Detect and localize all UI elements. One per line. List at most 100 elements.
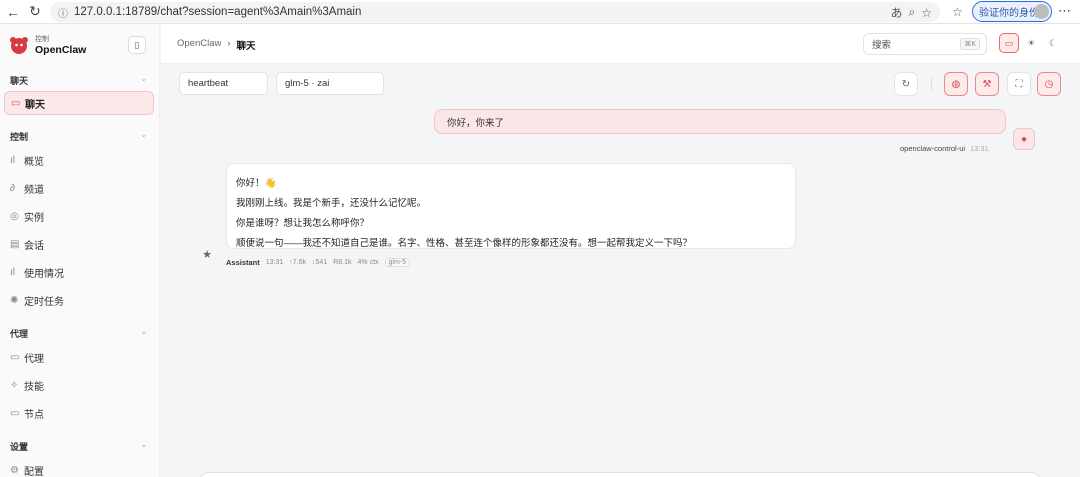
monitor-icon[interactable]: ▭ (999, 33, 1019, 53)
sidebar-item-overview[interactable]: ıl 概览 (4, 148, 154, 172)
breadcrumb-root[interactable]: OpenClaw (177, 38, 221, 52)
brand-subtitle: 控制 (35, 36, 49, 43)
sidebar-item-label: 聊天 (25, 99, 45, 111)
thinking-toggle-button[interactable]: ◍ (944, 72, 968, 96)
profile-button[interactable]: 验证你的身份 (972, 1, 1052, 22)
sidebar-item-chat[interactable]: ▭ 聊天 (4, 91, 154, 115)
sidebar-item-label: 频道 (24, 184, 44, 196)
assistant-message-meta: Assistant 13:31 ↑7.6k ↓541 R8.1k 4% ctx … (226, 258, 411, 267)
sidebar-collapse-button[interactable]: ▯ (128, 36, 146, 54)
clock-icon: ◷ (1044, 78, 1054, 90)
section-settings[interactable]: 设置 (10, 440, 28, 453)
person-icon: ● (1020, 133, 1028, 145)
avatar (1034, 4, 1049, 19)
bar-chart-icon: ıl (10, 266, 15, 278)
breadcrumb-current: 聊天 (236, 41, 256, 52)
sidebar-item-label: 代理 (24, 353, 44, 365)
sidebar-item-label: 使用情况 (24, 268, 64, 280)
folder-icon: ▭ (10, 351, 20, 363)
sidebar-item-usage[interactable]: ıl 使用情况 (4, 260, 154, 284)
brand: 控制 OpenClaw (8, 34, 86, 56)
reload-icon[interactable]: ↻ (24, 1, 46, 23)
assistant-line: 顺便说一句——我还不知道自己是谁。名字、性格、甚至连个像样的形象都还没有。想一起… (236, 238, 693, 249)
sidebar-item-skills[interactable]: ✧ 技能 (4, 373, 154, 397)
assistant-name: Assistant (226, 258, 260, 267)
user-time: 13:31 (970, 144, 989, 153)
context-usage: 4% ctx (357, 259, 379, 266)
sidebar: 控制 OpenClaw ▯ 聊天 ⌄ ▭ 聊天 控制 ⌄ ıl 概览 ∂ 频道 … (0, 24, 160, 477)
sidebar-item-label: 技能 (24, 381, 44, 393)
composer[interactable] (200, 472, 1040, 477)
sidebar-item-cron[interactable]: ✺ 定时任务 (4, 288, 154, 312)
tools-toggle-button[interactable]: ⚒ (975, 72, 999, 96)
sidebar-item-config[interactable]: ⚙ 配置 (4, 458, 154, 477)
section-control[interactable]: 控制 (10, 130, 28, 143)
section-agents[interactable]: 代理 (10, 327, 28, 340)
assistant-star-icon: ★ (202, 248, 212, 261)
topbar: OpenClaw › 聊天 搜索 ⌘K ▭ ☀ ☾ (161, 24, 1080, 64)
sidebar-item-agents[interactable]: ▭ 代理 (4, 345, 154, 369)
model-tag: glm-5 (384, 258, 411, 267)
theme-switcher: ▭ ☀ ☾ (999, 33, 1063, 53)
sidebar-item-label: 实例 (24, 212, 44, 224)
cache-read: R8.1k (333, 259, 352, 266)
monitor-icon: ▭ (10, 407, 20, 419)
sidebar-item-label: 定时任务 (24, 296, 64, 308)
breadcrumb: OpenClaw › 聊天 (177, 38, 256, 52)
user-avatar: ● (1013, 128, 1035, 150)
sidebar-item-label: 节点 (24, 409, 44, 421)
assistant-line: 你是谁呀？想让我怎么称呼你？ (236, 218, 370, 229)
back-arrow-icon[interactable]: ← (2, 1, 24, 23)
focus-icon: ⛶ (1015, 78, 1023, 90)
chevron-down-icon[interactable]: ⌄ (140, 73, 148, 84)
chevron-down-icon[interactable]: ⌄ (140, 326, 148, 337)
info-icon[interactable]: ⓘ (58, 5, 68, 20)
user-message-meta: openclaw-control-ui 13:31 (900, 144, 989, 153)
search-placeholder: 搜索 (872, 40, 892, 51)
favorites-icon[interactable]: ☆ (952, 5, 963, 19)
user-message-text: 你好，你来了 (447, 117, 505, 129)
star-icon[interactable]: ☆ (921, 6, 932, 20)
sparkle-icon: ✧ (10, 379, 19, 391)
assistant-line: 我刚刚上线。我是个新手，还没什么记忆呢。 (236, 198, 427, 209)
divider (931, 77, 932, 91)
address-bar[interactable]: ⓘ 127.0.0.1:18789/chat?session=agent%3Am… (50, 2, 940, 22)
url-text[interactable]: 127.0.0.1:18789/chat?session=agent%3Amai… (74, 6, 361, 18)
spinner-icon: ✺ (10, 294, 19, 306)
openclaw-logo-icon (10, 37, 28, 54)
user-message: 你好，你来了 (434, 109, 1006, 134)
sidebar-item-instances[interactable]: ◎ 实例 (4, 204, 154, 228)
panel-icon: ▯ (134, 39, 140, 50)
chevron-down-icon[interactable]: ⌄ (140, 129, 148, 140)
brand-name: OpenClaw (35, 44, 87, 56)
wrench-icon: ⚒ (982, 78, 992, 90)
assistant-message: 你好！👋 我刚刚上线。我是个新手，还没什么记忆呢。 你是谁呀？想让我怎么称呼你？… (226, 163, 796, 249)
refresh-button[interactable]: ↻ (894, 72, 918, 96)
chat-icon: ▭ (11, 97, 21, 109)
more-icon[interactable]: ⋯ (1058, 3, 1071, 19)
session-select[interactable]: heartbeat (179, 72, 268, 95)
sidebar-item-nodes[interactable]: ▭ 节点 (4, 401, 154, 425)
chevron-right-icon: › (227, 38, 231, 49)
translate-icon[interactable]: あ (890, 4, 902, 21)
profile-label: 验证你的身份 (979, 8, 1039, 19)
zoom-icon[interactable]: ⌕ (909, 5, 916, 20)
section-chat[interactable]: 聊天 (10, 74, 28, 87)
link-icon: ∂ (10, 182, 15, 194)
brain-icon: ◍ (951, 78, 961, 90)
model-select[interactable]: glm-5 · zai (276, 72, 384, 95)
tokens-in: ↑7.6k (289, 259, 307, 266)
sidebar-item-channels[interactable]: ∂ 频道 (4, 176, 154, 200)
sidebar-item-label: 会话 (24, 240, 44, 252)
gear-icon: ⚙ (10, 464, 19, 476)
user-name: openclaw-control-ui (900, 144, 966, 153)
assistant-line: 你好！👋 (236, 178, 277, 189)
broadcast-icon: ◎ (10, 210, 19, 222)
search-input[interactable]: 搜索 ⌘K (863, 33, 987, 55)
chevron-down-icon[interactable]: ⌄ (140, 439, 148, 450)
sidebar-item-sessions[interactable]: ▤ 会话 (4, 232, 154, 256)
sun-icon[interactable]: ☀ (1021, 33, 1041, 53)
moon-icon[interactable]: ☾ (1043, 33, 1063, 53)
focus-mode-button[interactable]: ⛶ (1007, 72, 1031, 96)
cron-toggle-button[interactable]: ◷ (1037, 72, 1061, 96)
